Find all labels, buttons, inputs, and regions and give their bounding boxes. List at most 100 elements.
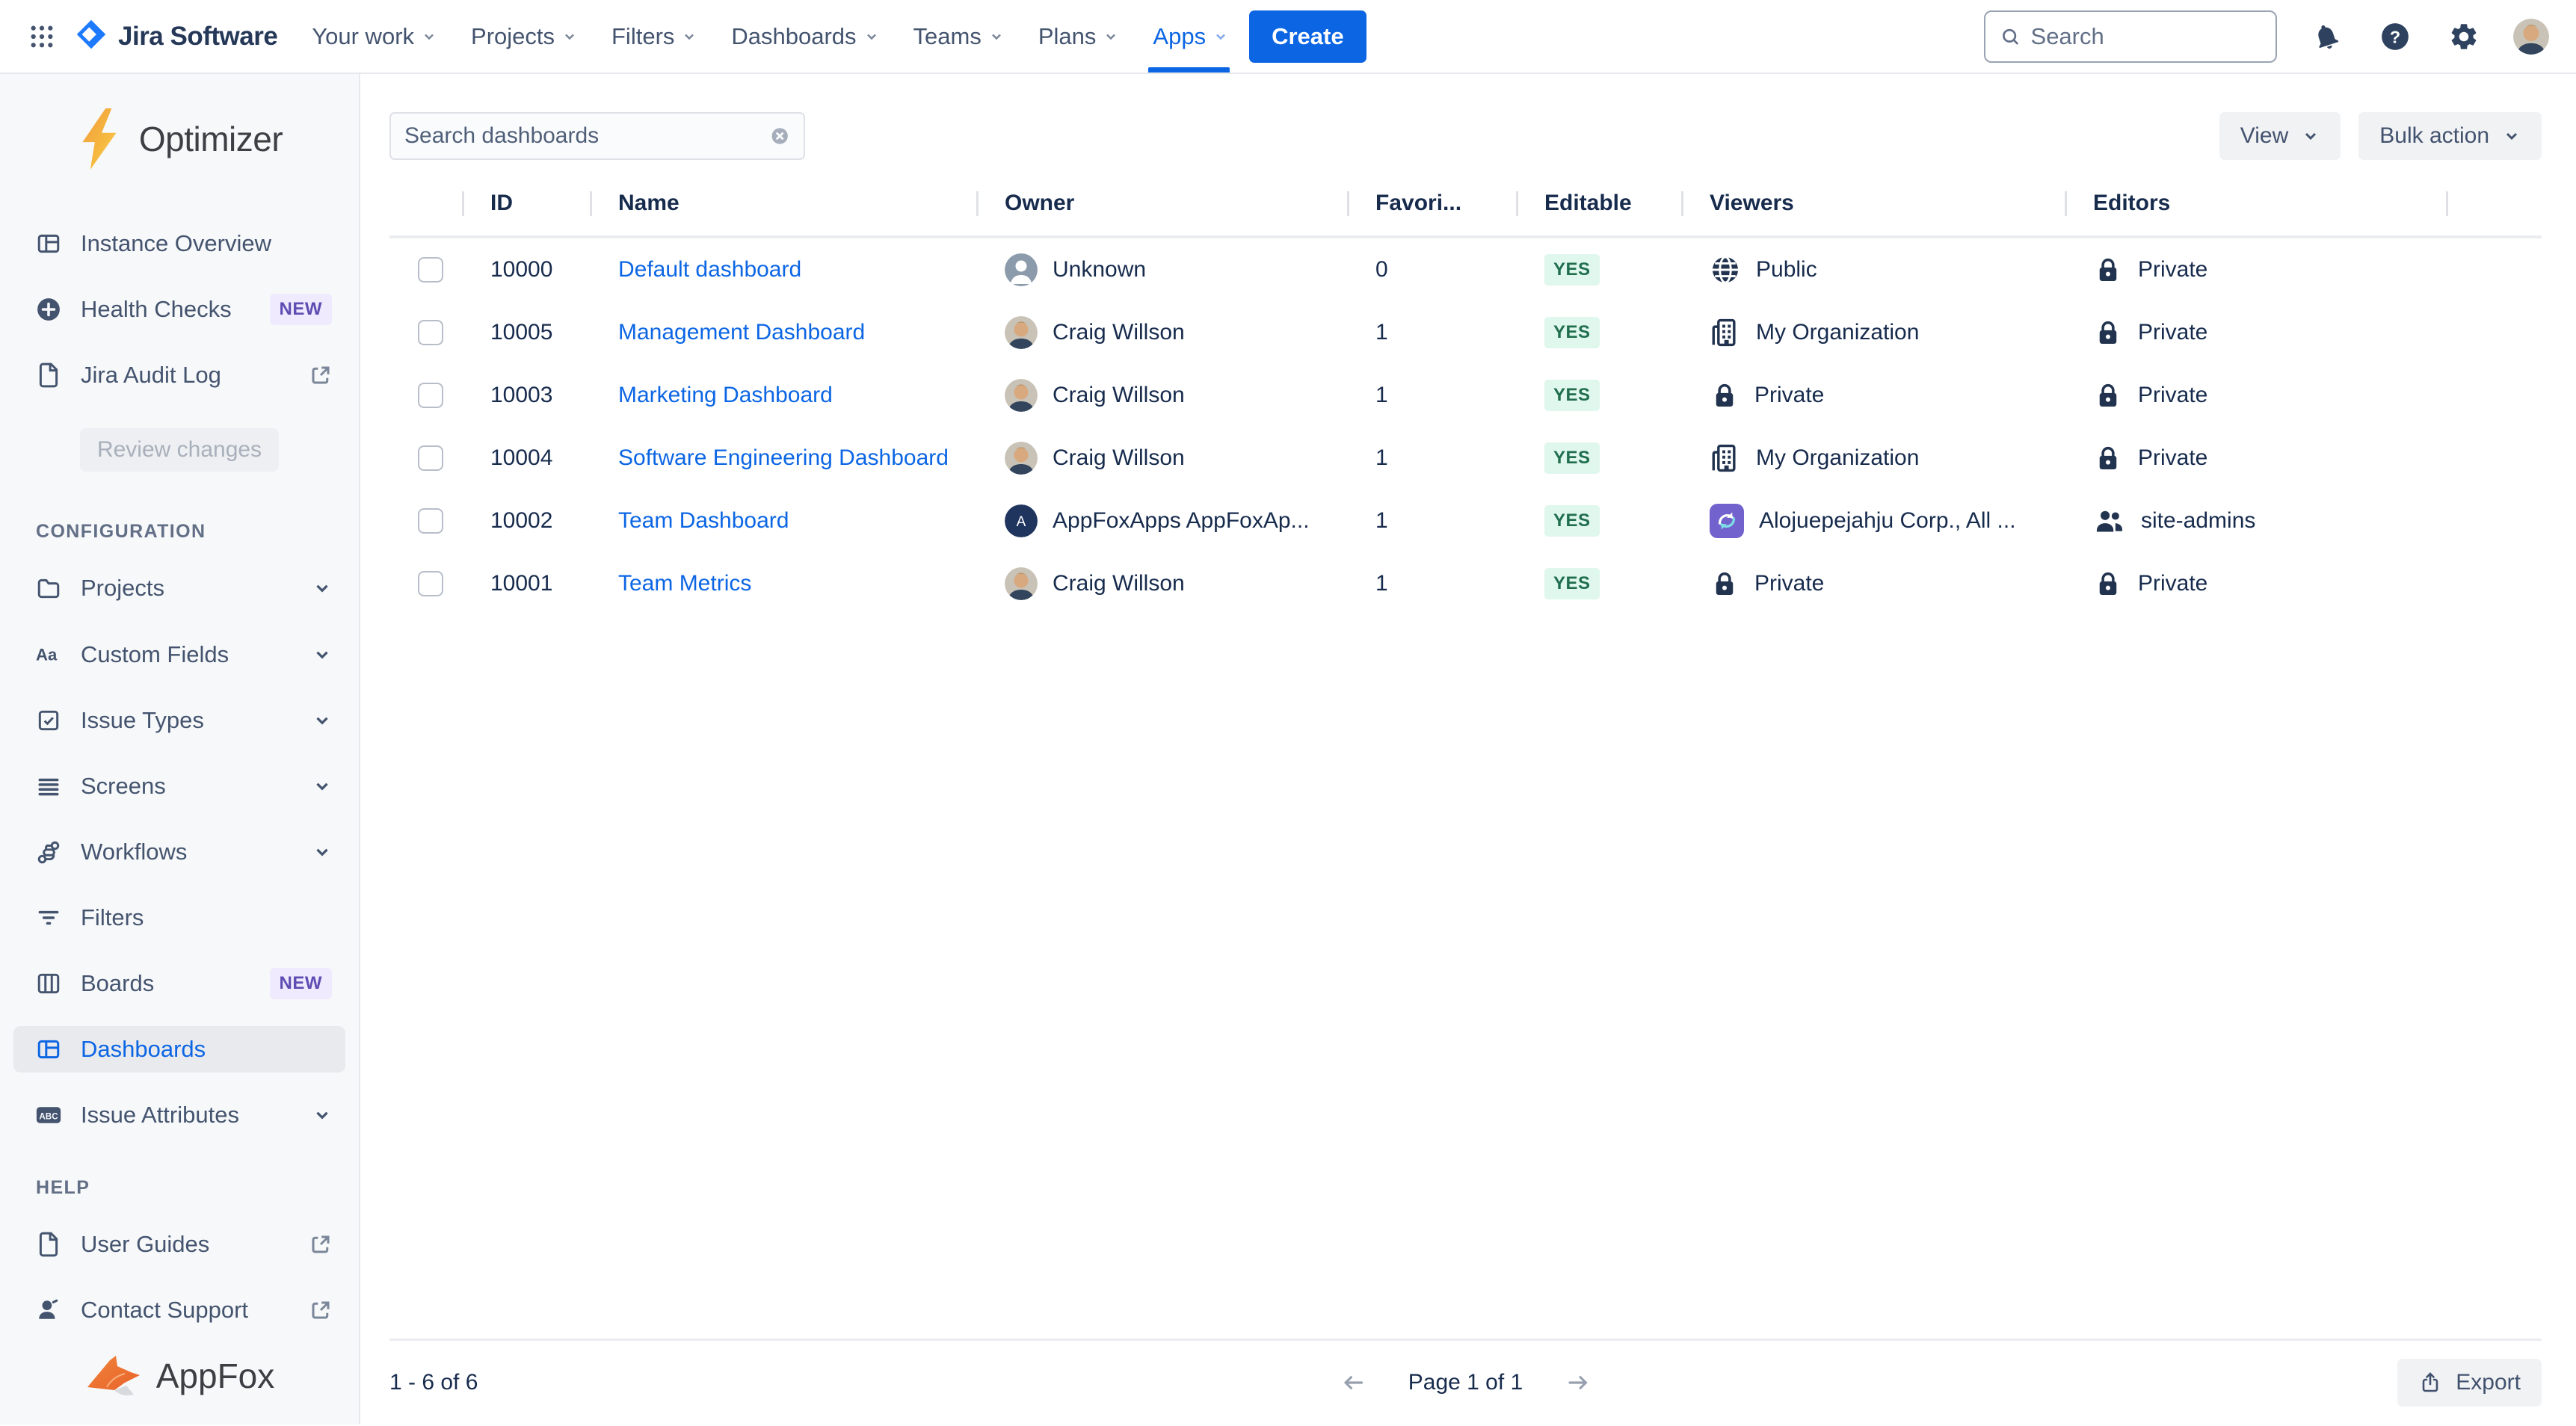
sidebar-item-contact-support[interactable]: Contact Support <box>13 1287 345 1333</box>
nav-item-teams[interactable]: Teams <box>913 0 1004 72</box>
chevron-down-icon <box>562 29 577 44</box>
editable-badge: YES <box>1544 380 1600 411</box>
owner-name: Craig Willson <box>1053 445 1185 471</box>
row-checkbox[interactable] <box>418 383 443 408</box>
owner-name: Unknown <box>1053 257 1146 283</box>
nav-item-apps[interactable]: Apps <box>1153 0 1228 72</box>
sidebar-item-instance-overview[interactable]: Instance Overview <box>13 220 345 267</box>
clear-icon[interactable] <box>769 125 790 147</box>
editable-badge: YES <box>1544 568 1600 599</box>
sidebar-item-issue-types[interactable]: Issue Types <box>13 697 345 744</box>
row-checkbox[interactable] <box>418 445 443 471</box>
nav-item-filters[interactable]: Filters <box>611 0 697 72</box>
rows-icon <box>36 774 61 799</box>
global-search[interactable] <box>1984 10 2277 63</box>
sync-app-icon <box>1710 504 1744 538</box>
review-changes-button[interactable]: Review changes <box>80 428 279 472</box>
help-icon[interactable]: ? <box>2376 17 2415 56</box>
nav-item-your-work[interactable]: Your work <box>312 0 437 72</box>
chevron-down-icon <box>682 29 697 44</box>
sidebar-item-workflows[interactable]: Workflows <box>13 829 345 875</box>
dashboard-search[interactable] <box>389 112 805 160</box>
arrow-right-icon[interactable] <box>1565 1369 1591 1396</box>
name-cell: Marketing Dashboard <box>590 383 976 408</box>
editors-cell: Private <box>2065 442 2446 474</box>
table-header: ID Name Owner Favori... Editable Viewers… <box>389 191 2542 238</box>
brand-name: Jira Software <box>118 22 277 52</box>
chevron-down-icon <box>312 842 332 862</box>
editors-label: site-admins <box>2141 508 2255 534</box>
new-badge: NEW <box>270 294 333 325</box>
owner-avatar <box>1005 379 1038 412</box>
person-icon <box>36 1297 61 1323</box>
search-icon <box>2000 25 2021 48</box>
optimizer-sidebar: Optimizer Instance Overview Health Check… <box>0 74 360 1425</box>
dashboard-link[interactable]: Default dashboard <box>618 257 801 283</box>
dashboard-link[interactable]: Management Dashboard <box>618 320 865 345</box>
sidebar-item-filters[interactable]: Filters <box>13 895 345 941</box>
gear-icon[interactable] <box>2444 17 2483 56</box>
row-checkbox[interactable] <box>418 571 443 596</box>
select-cell <box>389 508 462 534</box>
chevron-down-icon <box>312 711 332 730</box>
app-switcher-icon[interactable] <box>22 17 61 56</box>
help-section-title: HELP <box>36 1177 359 1199</box>
viewers-label: Private <box>1754 571 1824 596</box>
sidebar-item-user-guides[interactable]: User Guides <box>13 1221 345 1268</box>
favorites-cell: 1 <box>1347 445 1516 471</box>
id-cell: 10000 <box>462 257 590 283</box>
select-cell <box>389 571 462 596</box>
row-checkbox[interactable] <box>418 320 443 345</box>
view-button[interactable]: View <box>2219 112 2341 160</box>
arrow-left-icon[interactable] <box>1340 1369 1366 1396</box>
jira-brand[interactable]: Jira Software <box>75 18 277 55</box>
sidebar-item-issue-attributes[interactable]: ABC Issue Attributes <box>13 1092 345 1138</box>
nav-item-plans[interactable]: Plans <box>1038 0 1119 72</box>
editable-cell: YES <box>1516 317 1681 348</box>
sidebar-item-dashboards[interactable]: Dashboards <box>13 1026 345 1072</box>
dashboard-link[interactable]: Team Metrics <box>618 571 751 596</box>
row-checkbox[interactable] <box>418 508 443 534</box>
chevron-down-icon <box>2302 127 2320 145</box>
column-editors: Editors <box>2065 191 2446 216</box>
create-button[interactable]: Create <box>1249 10 1366 63</box>
viewers-cell: Private <box>1681 568 2065 599</box>
dashboard-search-input[interactable] <box>404 123 769 149</box>
sidebar-item-jira-audit-log[interactable]: Jira Audit Log <box>13 352 345 398</box>
fox-logo <box>84 1353 143 1399</box>
id-cell: 10005 <box>462 320 590 345</box>
bulk-action-button[interactable]: Bulk action <box>2358 112 2542 160</box>
layout-icon <box>36 231 61 256</box>
export-button[interactable]: Export <box>2397 1359 2542 1407</box>
editable-cell: YES <box>1516 380 1681 411</box>
sidebar-item-screens[interactable]: Screens <box>13 763 345 809</box>
chevron-down-icon <box>312 645 332 664</box>
nav-item-projects[interactable]: Projects <box>471 0 577 72</box>
sidebar-item-boards[interactable]: Boards NEW <box>13 960 345 1007</box>
column-viewers: Viewers <box>1681 191 2065 216</box>
sidebar-item-health-checks[interactable]: Health Checks NEW <box>13 286 345 333</box>
viewers-label: My Organization <box>1756 445 1919 471</box>
owner-avatar <box>1005 442 1038 475</box>
owner-cell: Craig Willson <box>976 442 1347 475</box>
appfox-brand-name: AppFox <box>156 1356 275 1396</box>
dashboard-link[interactable]: Marketing Dashboard <box>618 383 833 408</box>
nav-item-dashboards[interactable]: Dashboards <box>731 0 878 72</box>
editable-cell: YES <box>1516 442 1681 474</box>
global-search-input[interactable] <box>2031 23 2261 50</box>
lock-icon <box>2093 380 2123 411</box>
user-avatar[interactable] <box>2513 19 2549 55</box>
sidebar-item-projects[interactable]: Projects <box>13 565 345 611</box>
dashboards-main: View Bulk action ID Name Owner Favori...… <box>360 74 2576 1425</box>
sidebar-item-custom-fields[interactable]: Aa Custom Fields <box>13 631 345 677</box>
dashboard-link[interactable]: Software Engineering Dashboard <box>618 445 949 471</box>
editors-cell: Private <box>2065 317 2446 348</box>
nav-right: ? <box>1984 10 2549 63</box>
external-link-icon <box>309 1299 332 1321</box>
abc-icon: ABC <box>36 1104 61 1126</box>
editors-label: Private <box>2138 383 2207 408</box>
row-checkbox[interactable] <box>418 257 443 283</box>
dashboard-link[interactable]: Team Dashboard <box>618 508 789 534</box>
people-icon <box>2093 505 2126 537</box>
bell-icon[interactable] <box>2307 17 2346 56</box>
